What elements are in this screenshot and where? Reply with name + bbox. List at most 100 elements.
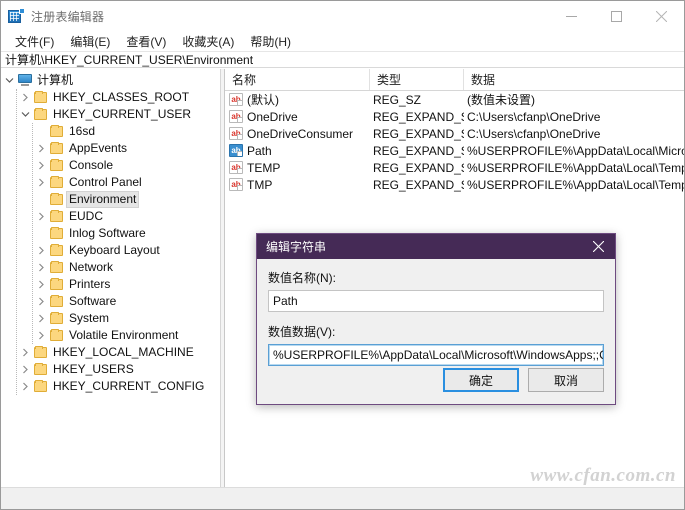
menu-file[interactable]: 文件(F): [7, 32, 62, 51]
minimize-icon[interactable]: [549, 1, 594, 31]
folder-icon: [49, 225, 66, 242]
tree-item-label: Console: [69, 158, 114, 172]
dialog-title: 编辑字符串: [266, 240, 327, 254]
folder-icon: [49, 191, 66, 208]
regedit-icon: [8, 8, 25, 24]
chevron-right-icon[interactable]: [17, 344, 33, 361]
cell-type: REG_SZ: [373, 92, 422, 107]
tree-item-console[interactable]: Console: [1, 157, 220, 174]
tree-item-hkey-users[interactable]: HKEY_USERS: [1, 361, 220, 378]
column-name[interactable]: 名称: [225, 69, 370, 90]
menu-favorites[interactable]: 收藏夹(A): [174, 32, 242, 51]
table-row[interactable]: ab (默认) REG_SZ (数值未设置): [225, 91, 684, 108]
column-type[interactable]: 类型: [370, 69, 464, 90]
string-value-icon: ab: [229, 144, 243, 157]
tree-item-inlog-software[interactable]: Inlog Software: [1, 225, 220, 242]
tree-item-volatile-environment[interactable]: Volatile Environment: [1, 327, 220, 344]
dialog-close-icon[interactable]: [581, 234, 615, 259]
value-name-text: Path: [247, 143, 272, 158]
ok-button[interactable]: 确定: [443, 368, 519, 392]
tree-item-label: Volatile Environment: [69, 328, 179, 342]
tree-item-hkey-local-machine[interactable]: HKEY_LOCAL_MACHINE: [1, 344, 220, 361]
chevron-right-icon[interactable]: [33, 293, 49, 310]
cell-name: ab (默认): [225, 91, 370, 108]
chevron-right-icon[interactable]: [33, 259, 49, 276]
cell-type: REG_EXPAND_SZ: [373, 160, 464, 175]
chevron-right-icon[interactable]: [17, 361, 33, 378]
chevron-right-icon[interactable]: [33, 174, 49, 191]
folder-icon: [49, 310, 66, 327]
tree-item-eudc[interactable]: EUDC: [1, 208, 220, 225]
menu-help[interactable]: 帮助(H): [242, 32, 299, 51]
folder-icon: [49, 157, 66, 174]
tree-item-network[interactable]: Network: [1, 259, 220, 276]
value-name-text: (默认): [247, 93, 279, 107]
table-row[interactable]: ab Path REG_EXPAND_SZ%USERPROFILE%\AppData…: [225, 142, 684, 159]
value-name-input[interactable]: Path: [268, 290, 604, 312]
close-icon[interactable]: [639, 1, 684, 31]
table-row[interactable]: ab TMP REG_EXPAND_SZ%USERPROFILE%\AppData\…: [225, 176, 685, 193]
cell-name: ab TEMP: [225, 161, 370, 175]
tree-item-hkey-current-config[interactable]: HKEY_CURRENT_CONFIG: [1, 378, 220, 395]
tree-item-printers[interactable]: Printers: [1, 276, 220, 293]
tree-item-label: HKEY_CURRENT_USER: [53, 107, 192, 121]
table-row[interactable]: ab OneDrive REG_EXPAND_SZC:\Users\cfanp\On…: [225, 108, 684, 125]
chevron-right-icon[interactable]: [17, 89, 33, 106]
dialog-titlebar: 编辑字符串: [257, 234, 615, 259]
tree-item-label: AppEvents: [69, 141, 128, 155]
chevron-down-icon[interactable]: [1, 72, 17, 89]
cell-name: ab OneDriveConsumer: [225, 127, 370, 141]
tree-item-system[interactable]: System: [1, 310, 220, 327]
folder-icon: [49, 276, 66, 293]
chevron-right-icon[interactable]: [17, 378, 33, 395]
cell-type: REG_EXPAND_SZ: [373, 109, 464, 124]
chevron-right-icon[interactable]: [33, 276, 49, 293]
tree-item-label: Control Panel: [69, 175, 142, 189]
tree-item-software[interactable]: Software: [1, 293, 220, 310]
address-bar[interactable]: 计算机\HKEY_CURRENT_USER\Environment: [1, 51, 684, 68]
tree-item-label: Printers: [69, 277, 111, 291]
column-data[interactable]: 数据: [464, 69, 684, 90]
tree-item-appevents[interactable]: AppEvents: [1, 140, 220, 157]
folder-icon: [49, 208, 66, 225]
menu-edit[interactable]: 编辑(E): [62, 32, 118, 51]
tree-item-label: HKEY_CURRENT_CONFIG: [53, 379, 205, 393]
folder-icon: [33, 106, 50, 123]
chevron-right-icon[interactable]: [33, 140, 49, 157]
tree-item-hkey-classes-root[interactable]: HKEY_CLASSES_ROOT: [1, 89, 220, 106]
tree-item-keyboard-layout[interactable]: Keyboard Layout: [1, 242, 220, 259]
tree-item-hkey-current-user[interactable]: HKEY_CURRENT_USER: [1, 106, 220, 123]
chevron-right-icon[interactable]: [33, 310, 49, 327]
chevron-right-icon[interactable]: [33, 208, 49, 225]
cell-data: %USERPROFILE%\AppData\Local\Temp: [467, 160, 685, 175]
folder-icon: [49, 174, 66, 191]
tree-item-16sd[interactable]: 16sd: [1, 123, 220, 140]
cancel-button[interactable]: 取消: [528, 368, 604, 392]
value-data-input[interactable]: %USERPROFILE%\AppData \Local\Microsoft\Wi…: [268, 344, 604, 366]
tree-item-control-panel[interactable]: Control Panel: [1, 174, 220, 191]
tree-item--[interactable]: 计算机: [1, 72, 220, 89]
cell-data: C:\Users\cfanp\OneDrive: [467, 109, 601, 124]
chevron-down-icon[interactable]: [17, 106, 33, 123]
table-row[interactable]: ab OneDriveConsumer REG_EXPAND_SZC:\Users\…: [225, 125, 684, 142]
folder-icon: [49, 327, 66, 344]
tree-item-label: Environment: [66, 191, 140, 208]
cell-data: %USERPROFILE%\AppData\Local\Temp: [467, 177, 685, 192]
chevron-right-icon[interactable]: [33, 327, 49, 344]
chevron-right-icon[interactable]: [33, 242, 49, 259]
cell-type: REG_EXPAND_SZ: [373, 126, 464, 141]
tree-item-environment[interactable]: Environment: [1, 191, 220, 208]
menu-view[interactable]: 查看(V): [118, 32, 174, 51]
cell-name: ab OneDrive: [225, 110, 370, 124]
value-name-text: TMP: [247, 177, 273, 192]
tree-item-label: 计算机: [37, 73, 74, 87]
string-value-icon: ab: [229, 127, 243, 140]
dialog-body: 数值名称(N): Path 数值数据(V): %USERPROFILE%\App…: [257, 259, 615, 366]
value-name-text: OneDriveConsumer: [247, 126, 354, 141]
string-value-icon: ab: [229, 161, 243, 174]
maximize-icon[interactable]: [594, 1, 639, 31]
table-row[interactable]: ab TEMP REG_EXPAND_SZ%USERPROFILE%\AppData…: [225, 159, 685, 176]
cell-data: %USERPROFILE%\AppData\Local\Microsoft\..: [467, 143, 684, 158]
chevron-right-icon[interactable]: [33, 157, 49, 174]
